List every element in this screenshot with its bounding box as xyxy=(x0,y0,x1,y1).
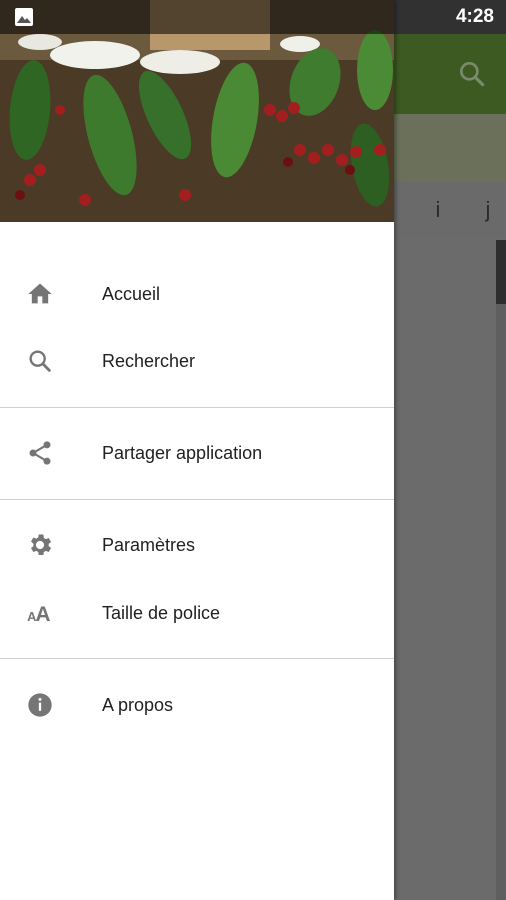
tab-letter: i xyxy=(435,197,441,222)
status-time: 4:28 xyxy=(455,6,494,27)
image-icon xyxy=(14,7,34,27)
search-icon xyxy=(456,58,488,90)
nav-item-label: A propos xyxy=(102,694,174,715)
scrollbar-thumb[interactable] xyxy=(496,240,506,304)
tab-letter: j xyxy=(485,197,491,222)
divider xyxy=(0,499,394,500)
divider xyxy=(0,407,394,408)
nav-item-label: Accueil xyxy=(102,283,161,304)
search-icon xyxy=(24,345,56,377)
nav-item-rechercher[interactable]: Rechercher xyxy=(0,329,394,393)
nav-item-label: Partager application xyxy=(102,442,263,463)
nav-item-taille-police[interactable]: AA Taille de police xyxy=(0,581,394,645)
share-icon xyxy=(24,437,56,469)
navigation-drawer: Accueil Rechercher Partager application … xyxy=(0,0,394,900)
nav-item-label: Rechercher xyxy=(102,350,196,371)
nav-item-label: Taille de police xyxy=(102,602,221,623)
font-size-icon: AA xyxy=(24,597,56,629)
home-icon xyxy=(24,278,56,310)
nav-item-a-propos[interactable]: A propos xyxy=(0,673,394,737)
scrollbar-track xyxy=(496,304,506,900)
divider xyxy=(0,658,394,659)
nav-item-partager[interactable]: Partager application xyxy=(0,421,394,485)
nav-item-accueil[interactable]: Accueil xyxy=(0,262,394,326)
info-icon xyxy=(24,689,56,721)
nav-item-label: Paramètres xyxy=(102,534,196,555)
gear-icon xyxy=(24,529,56,561)
status-bar: 4:28 xyxy=(0,0,506,34)
nav-item-parametres[interactable]: Paramètres xyxy=(0,513,394,577)
svg-text:A: A xyxy=(35,603,50,626)
